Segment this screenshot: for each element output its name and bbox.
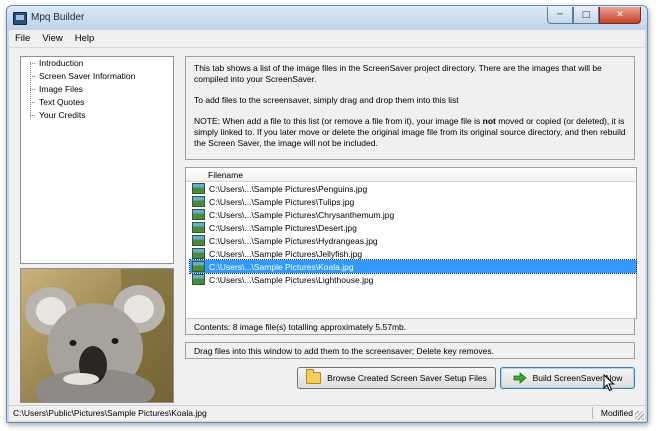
tree-item-introduction[interactable]: Introduction xyxy=(30,57,83,69)
browse-button-label: Browse Created Screen Saver Setup Files xyxy=(327,373,487,383)
table-row[interactable]: C:\Users\...\Sample Pictures\Jellyfish.j… xyxy=(190,247,636,260)
tree-item-label: Image Files xyxy=(39,84,83,94)
image-thumbnail-icon xyxy=(192,183,205,194)
tree-item-your-credits[interactable]: Your Credits xyxy=(30,109,85,121)
client-area: Introduction Screen Saver Information Im… xyxy=(9,48,645,406)
menu-help[interactable]: Help xyxy=(69,33,101,44)
folder-icon xyxy=(306,369,322,384)
file-path: C:\Users\...\Sample Pictures\Hydrangeas.… xyxy=(209,235,378,246)
file-path: C:\Users\...\Sample Pictures\Jellyfish.j… xyxy=(209,248,363,259)
navigation-tree[interactable]: Introduction Screen Saver Information Im… xyxy=(20,56,174,264)
file-path: C:\Users\...\Sample Pictures\Chrysanthem… xyxy=(209,209,395,220)
table-row[interactable]: C:\Users\...\Sample Pictures\Tulips.jpg xyxy=(190,195,636,208)
app-icon[interactable] xyxy=(13,12,27,25)
info-panel: This tab shows a list of the image files… xyxy=(185,56,635,160)
tree-item-image-files[interactable]: Image Files xyxy=(30,83,83,95)
minimize-button[interactable]: ─ xyxy=(547,7,573,24)
image-thumbnail-icon xyxy=(192,261,205,272)
tree-item-label: Your Credits xyxy=(39,110,86,120)
status-bar: C:\Users\Public\Pictures\Sample Pictures… xyxy=(9,405,645,421)
table-row-selected[interactable]: C:\Users\...\Sample Pictures\Koala.jpg xyxy=(189,259,637,274)
main-window: Mpq Builder ─ □ ✕ File View Help Introdu… xyxy=(6,5,648,423)
file-path: C:\Users\...\Sample Pictures\Penguins.jp… xyxy=(209,183,368,194)
koala-preview-image xyxy=(21,269,173,402)
menu-file[interactable]: File xyxy=(9,33,36,44)
minimize-icon: ─ xyxy=(557,10,563,20)
info-paragraph-1: This tab shows a list of the image files… xyxy=(194,63,602,84)
tree-item-text-quotes[interactable]: Text Quotes xyxy=(30,96,84,108)
file-rows: C:\Users\...\Sample Pictures\Penguins.jp… xyxy=(189,182,637,286)
close-icon: ✕ xyxy=(616,10,624,20)
image-thumbnail-icon xyxy=(192,274,205,285)
browse-setup-files-button[interactable]: Browse Created Screen Saver Setup Files xyxy=(297,367,496,389)
green-arrow-icon xyxy=(513,372,527,384)
table-row[interactable]: C:\Users\...\Sample Pictures\Hydrangeas.… xyxy=(190,234,636,247)
tree-item-label: Screen Saver Information xyxy=(39,71,136,81)
menu-view[interactable]: View xyxy=(36,33,68,44)
tree-item-label: Introduction xyxy=(39,58,84,68)
file-path: C:\Users\...\Sample Pictures\Tulips.jpg xyxy=(209,196,355,207)
table-row[interactable]: C:\Users\...\Sample Pictures\Desert.jpg xyxy=(190,221,636,234)
window-title: Mpq Builder xyxy=(31,12,85,23)
table-row[interactable]: C:\Users\...\Sample Pictures\Penguins.jp… xyxy=(190,182,636,195)
table-row[interactable]: C:\Users\...\Sample Pictures\Chrysanthem… xyxy=(190,208,636,221)
file-path: C:\Users\...\Sample Pictures\Lighthouse.… xyxy=(209,274,374,285)
info-paragraph-2: To add files to the screensaver, simply … xyxy=(194,95,459,105)
image-thumbnail-icon xyxy=(192,235,205,246)
contents-summary: Contents: 8 image file(s) totalling appr… xyxy=(185,318,635,335)
mouse-cursor-icon xyxy=(603,374,615,392)
image-thumbnail-icon xyxy=(192,248,205,259)
image-thumbnail-icon xyxy=(192,209,205,220)
status-file-path: C:\Users\Public\Pictures\Sample Pictures… xyxy=(13,408,207,418)
status-separator xyxy=(592,407,593,419)
drag-hint: Drag files into this window to add them … xyxy=(185,342,635,359)
image-thumbnail-icon xyxy=(192,222,205,233)
menu-bar: File View Help xyxy=(9,30,645,48)
image-thumbnail-icon xyxy=(192,196,205,207)
close-button[interactable]: ✕ xyxy=(599,7,641,24)
resize-grip-icon[interactable] xyxy=(635,411,644,420)
maximize-button[interactable]: □ xyxy=(573,7,599,24)
file-path: C:\Users\...\Sample Pictures\Koala.jpg xyxy=(209,261,354,272)
image-preview xyxy=(20,268,174,403)
info-note: NOTE: When add a file to this list (or r… xyxy=(194,116,626,148)
window-controls: ─ □ ✕ xyxy=(547,7,641,24)
tree-item-screen-saver-information[interactable]: Screen Saver Information xyxy=(30,70,135,82)
maximize-icon: □ xyxy=(581,10,591,20)
file-list[interactable]: Filename C:\Users\...\Sample Pictures\Pe… xyxy=(185,167,637,319)
table-row[interactable]: C:\Users\...\Sample Pictures\Lighthouse.… xyxy=(190,273,636,286)
file-path: C:\Users\...\Sample Pictures\Desert.jpg xyxy=(209,222,357,233)
column-header-filename[interactable]: Filename xyxy=(186,168,636,182)
tree-item-label: Text Quotes xyxy=(39,97,85,107)
title-bar[interactable]: Mpq Builder ─ □ ✕ xyxy=(7,6,647,30)
status-modified: Modified xyxy=(600,408,633,418)
